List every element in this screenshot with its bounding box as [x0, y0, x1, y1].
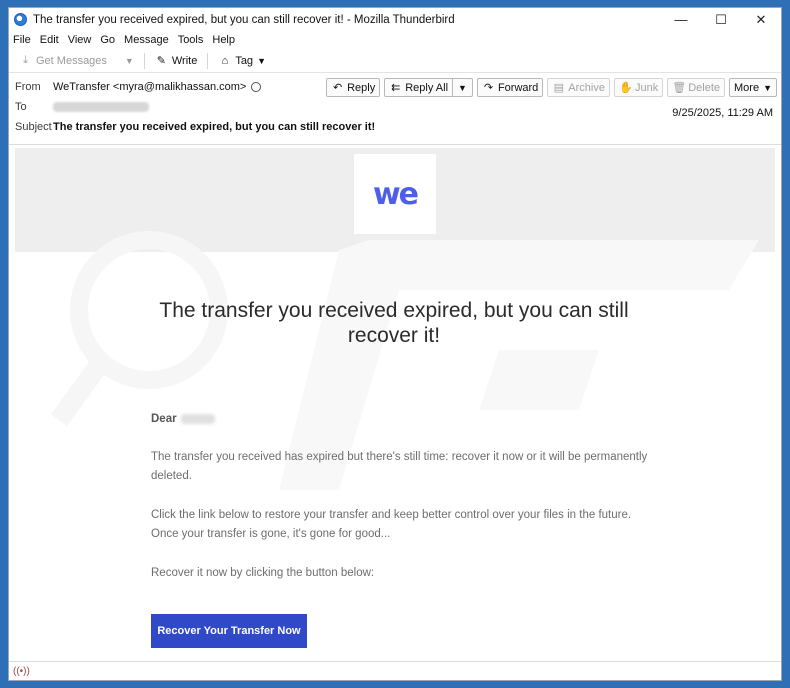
thunderbird-app-icon — [14, 13, 27, 26]
message-body: we The transfer you received expired, bu… — [9, 144, 781, 663]
greeting: Dear — [151, 410, 651, 429]
recover-transfer-button[interactable]: Recover Your Transfer Now — [151, 614, 307, 648]
archive-button[interactable]: ▤ Archive — [547, 78, 610, 97]
download-icon: ⤓ — [23, 54, 28, 66]
maximize-button[interactable]: ☐ — [701, 8, 741, 31]
menu-view[interactable]: View — [68, 34, 92, 46]
reply-button[interactable]: ↶ Reply — [326, 78, 381, 97]
message-actions: ↶ Reply ⇇ Reply All ▼ ↷ Forward ▤ Archiv… — [322, 78, 777, 97]
pencil-icon: ✎ — [156, 55, 166, 67]
chevron-down-icon: ▼ — [257, 55, 266, 66]
reply-all-button[interactable]: ⇇ Reply All ▼ — [384, 78, 473, 97]
reply-label: Reply — [347, 81, 376, 94]
paragraph-expired: The transfer you received has expired bu… — [151, 451, 648, 482]
to-value-redacted — [53, 102, 149, 112]
archive-icon: ▤ — [553, 82, 564, 94]
more-button[interactable]: More ▼ — [729, 78, 777, 97]
watermark-graphic — [50, 231, 759, 490]
thunderbird-window: The transfer you received expired, but y… — [8, 7, 782, 681]
close-button[interactable]: ✕ — [741, 8, 781, 31]
greeting-dear: Dear — [151, 413, 177, 425]
toolbar-separator — [143, 52, 145, 69]
menu-tools[interactable]: Tools — [178, 34, 204, 46]
menu-help[interactable]: Help — [212, 34, 235, 46]
paragraph-recover: Recover it now by clicking the button be… — [151, 567, 375, 579]
menu-go[interactable]: Go — [100, 34, 115, 46]
watermark-letter-shape — [479, 350, 599, 410]
to-row: To — [15, 98, 149, 116]
subject-row: Subject The transfer you received expire… — [15, 118, 375, 136]
trash-icon: 🗑 — [672, 82, 687, 94]
from-row: From WeTransfer <myra@malikhassan.com> — [15, 78, 262, 96]
menu-bar: File Edit View Go Message Tools Help — [9, 31, 781, 48]
connection-status-icon[interactable]: ((•)) — [13, 666, 30, 677]
tag-button[interactable]: ⌂ Tag ▼ — [214, 51, 270, 71]
write-button[interactable]: ✎ Write — [151, 51, 201, 71]
message-date: 9/25/2025, 11:29 AM — [672, 107, 773, 119]
status-bar: ((•)) — [9, 661, 781, 680]
forward-button[interactable]: ↷ Forward — [476, 78, 544, 97]
junk-button[interactable]: ✋ Junk — [613, 78, 664, 97]
subject-value: The transfer you received expired, but y… — [53, 121, 376, 133]
more-label: More — [734, 81, 760, 94]
tag-icon: ⌂ — [221, 54, 229, 67]
email-headline: The transfer you received expired, but y… — [159, 299, 629, 347]
email-banner: we — [15, 148, 775, 252]
logo-wordmark: we — [372, 176, 419, 212]
chevron-down-icon: ▼ — [124, 55, 134, 66]
menu-message[interactable]: Message — [124, 34, 169, 46]
junk-label: Junk — [634, 81, 659, 94]
delete-button[interactable]: 🗑 Delete — [667, 78, 726, 97]
wetransfer-logo: we — [354, 154, 436, 234]
get-messages-button[interactable]: ⤓ Get Messages — [15, 51, 111, 71]
paragraph-restore: Click the link below to restore your tra… — [151, 509, 632, 540]
get-messages-label: Get Messages — [36, 54, 107, 67]
from-value[interactable]: WeTransfer <myra@malikhassan.com> — [53, 81, 246, 93]
title-bar: The transfer you received expired, but y… — [9, 8, 781, 31]
minimize-button[interactable]: — — [661, 8, 701, 31]
message-header: From WeTransfer <myra@malikhassan.com> T… — [9, 74, 781, 144]
recipient-name-redacted — [180, 413, 215, 424]
archive-label: Archive — [568, 81, 605, 94]
window-controls: — ☐ ✕ — [661, 8, 781, 31]
from-label: From — [15, 81, 41, 93]
delete-label: Delete — [688, 81, 721, 94]
get-messages-dropdown[interactable]: ▼ — [117, 51, 138, 71]
chevron-down-icon: ▼ — [763, 82, 772, 93]
reply-all-label: Reply All — [405, 81, 449, 94]
forward-label: Forward — [497, 81, 539, 94]
write-label: Write — [171, 54, 198, 67]
forward-icon: ↷ — [483, 82, 494, 94]
main-toolbar: ⤓ Get Messages ▼ ✎ Write ⌂ Tag ▼ — [9, 49, 781, 73]
junk-icon: ✋ — [618, 82, 633, 94]
reply-all-icon: ⇇ — [391, 82, 401, 94]
reply-all-main[interactable]: ⇇ Reply All — [385, 79, 454, 96]
chevron-down-icon[interactable]: ▼ — [453, 83, 472, 93]
tag-label: Tag — [235, 54, 254, 67]
window-title: The transfer you received expired, but y… — [33, 13, 455, 26]
to-label: To — [15, 101, 27, 113]
menu-file[interactable]: File — [13, 34, 31, 46]
subject-label: Subject — [15, 121, 52, 133]
reply-icon: ↶ — [332, 82, 343, 94]
menu-edit[interactable]: Edit — [40, 34, 59, 46]
contact-icon[interactable] — [251, 82, 262, 92]
toolbar-separator — [207, 52, 209, 69]
watermark-magnifier-handle — [50, 359, 108, 426]
